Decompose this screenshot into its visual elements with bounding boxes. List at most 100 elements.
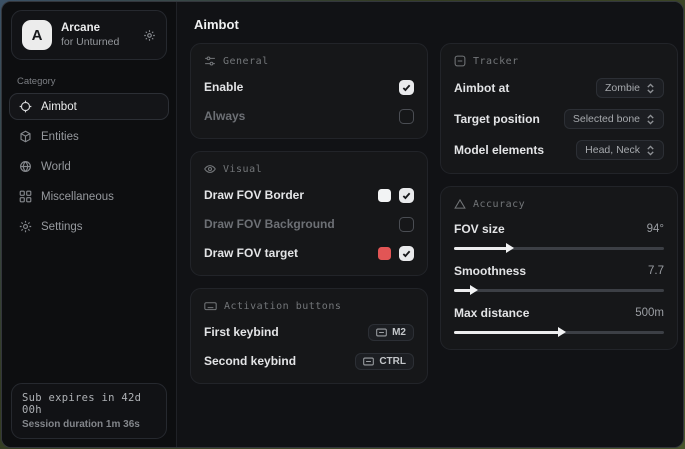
subscription-expiry: Sub expires in 42d 00h: [22, 392, 156, 416]
sidebar: A Arcane for Unturned Category A: [2, 2, 177, 447]
general-card: General Enable Always: [190, 43, 428, 139]
app-logo: A: [22, 20, 52, 50]
fov-border-color-swatch[interactable]: [378, 189, 391, 202]
model-elements-label: Model elements: [454, 143, 544, 157]
sidebar-item-label: World: [41, 161, 71, 173]
keyboard-icon: [363, 357, 374, 366]
settings-gear-icon: [19, 220, 32, 233]
second-keybind-label: Second keybind: [204, 354, 296, 368]
accuracy-header: Accuracy: [454, 198, 664, 210]
activation-header: Activation buttons: [204, 300, 414, 312]
fov-target-checkbox[interactable]: [399, 246, 414, 261]
model-elements-row: Model elements Head, Neck: [454, 140, 664, 160]
fov-background-checkbox[interactable]: [399, 217, 414, 232]
always-checkbox[interactable]: [399, 109, 414, 124]
target-position-select[interactable]: Selected bone: [564, 109, 664, 129]
activation-card: Activation buttons First keybind M2: [190, 288, 428, 384]
slider-thumb[interactable]: [506, 243, 514, 253]
max-distance-label: Max distance: [454, 306, 529, 320]
right-column: Tracker Aimbot at Zombie: [440, 43, 678, 350]
section-title: General: [223, 56, 269, 67]
keybind-value: M2: [392, 327, 406, 338]
fov-border-label: Draw FOV Border: [204, 188, 304, 202]
sidebar-item-entities[interactable]: Entities: [9, 123, 169, 150]
model-elements-select[interactable]: Head, Neck: [576, 140, 664, 160]
target-position-label: Target position: [454, 112, 540, 126]
enable-label: Enable: [204, 80, 243, 94]
first-keybind-button[interactable]: M2: [368, 324, 414, 341]
accuracy-card: Accuracy FOV size 94°: [440, 186, 678, 350]
sidebar-item-settings[interactable]: Settings: [9, 213, 169, 240]
app-window: A Arcane for Unturned Category A: [1, 1, 684, 448]
keyboard-icon: [204, 300, 217, 312]
globe-icon: [19, 160, 32, 173]
tracker-header: Tracker: [454, 55, 664, 67]
aimbot-at-select[interactable]: Zombie: [596, 78, 664, 98]
target-position-row: Target position Selected bone: [454, 109, 664, 129]
sidebar-item-label: Aimbot: [41, 101, 77, 113]
app-name: Arcane: [61, 21, 134, 35]
brand-text: Arcane for Unturned: [61, 21, 134, 49]
chevrons-up-down-icon: [646, 145, 655, 156]
sidebar-spacer: [2, 242, 176, 383]
aimbot-at-row: Aimbot at Zombie: [454, 78, 664, 98]
fov-size-group: FOV size 94°: [454, 222, 664, 252]
slider-thumb[interactable]: [558, 327, 566, 337]
selected-value: Selected bone: [573, 113, 640, 125]
page-title: Aimbot: [177, 2, 684, 41]
second-keybind-row: Second keybind CTRL: [204, 352, 414, 370]
always-row: Always: [204, 107, 414, 125]
sidebar-item-aimbot[interactable]: Aimbot: [9, 93, 169, 120]
slider-fill: [454, 289, 471, 292]
first-keybind-row: First keybind M2: [204, 323, 414, 341]
chevrons-up-down-icon: [646, 114, 655, 125]
fov-size-slider[interactable]: [454, 244, 664, 252]
fov-target-label: Draw FOV target: [204, 246, 298, 260]
chevrons-up-down-icon: [646, 83, 655, 94]
selected-value: Zombie: [605, 82, 640, 94]
sidebar-item-label: Settings: [41, 221, 83, 233]
smoothness-value: 7.7: [648, 265, 664, 277]
enable-checkbox[interactable]: [399, 80, 414, 95]
fov-target-color-swatch[interactable]: [378, 247, 391, 260]
max-distance-value: 500m: [635, 307, 664, 319]
section-title: Tracker: [473, 56, 519, 67]
section-title: Activation buttons: [224, 301, 341, 312]
smoothness-slider[interactable]: [454, 286, 664, 294]
enable-row: Enable: [204, 78, 414, 96]
sidebar-item-label: Entities: [41, 131, 79, 143]
fov-size-value: 94°: [647, 223, 664, 235]
crosshair-icon: [19, 100, 32, 113]
main-panel: Aimbot General Enable: [177, 2, 684, 447]
always-label: Always: [204, 109, 245, 123]
second-keybind-button[interactable]: CTRL: [355, 353, 414, 370]
subscription-card: Sub expires in 42d 00h Session duration …: [11, 383, 167, 439]
visual-card: Visual Draw FOV Border Draw FOV Backgrou…: [190, 151, 428, 276]
smoothness-group: Smoothness 7.7: [454, 264, 664, 294]
sidebar-item-world[interactable]: World: [9, 153, 169, 180]
keybind-value: CTRL: [379, 356, 406, 367]
brand-card: A Arcane for Unturned: [11, 10, 167, 60]
fov-border-row: Draw FOV Border: [204, 186, 414, 204]
max-distance-group: Max distance 500m: [454, 306, 664, 336]
visual-header: Visual: [204, 163, 414, 175]
eye-icon: [204, 163, 216, 175]
fov-target-row: Draw FOV target: [204, 244, 414, 262]
gear-icon[interactable]: [143, 29, 156, 42]
sidebar-item-label: Miscellaneous: [41, 191, 114, 203]
max-distance-slider[interactable]: [454, 328, 664, 336]
session-duration: Session duration 1m 36s: [22, 419, 156, 430]
app-subtitle: for Unturned: [61, 36, 134, 49]
fov-size-label: FOV size: [454, 222, 505, 236]
triangle-icon: [454, 198, 466, 210]
slider-thumb[interactable]: [470, 285, 478, 295]
fov-background-label: Draw FOV Background: [204, 217, 335, 231]
first-keybind-label: First keybind: [204, 325, 279, 339]
category-label: Category: [17, 76, 161, 87]
slider-fill: [454, 247, 507, 250]
fov-border-checkbox[interactable]: [399, 188, 414, 203]
section-title: Accuracy: [473, 199, 525, 210]
left-column: General Enable Always: [190, 43, 428, 384]
keyboard-icon: [376, 328, 387, 337]
sidebar-item-miscellaneous[interactable]: Miscellaneous: [9, 183, 169, 210]
